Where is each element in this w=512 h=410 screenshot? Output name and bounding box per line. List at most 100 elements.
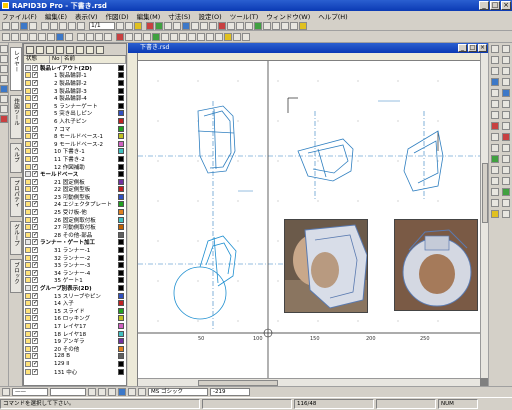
tab-layer[interactable]: レイヤー: [10, 47, 22, 91]
layer-visible-toggle[interactable]: [25, 79, 31, 86]
point-icon[interactable]: [65, 32, 73, 41]
layer-color-swatch[interactable]: [118, 186, 124, 193]
close-button[interactable]: ×: [501, 1, 511, 10]
delete-icon[interactable]: [116, 32, 124, 41]
layer-color-swatch[interactable]: [118, 338, 124, 345]
snap-intersection-icon[interactable]: [491, 78, 499, 86]
layer-visible-toggle[interactable]: [25, 209, 31, 216]
expand-toggle-icon[interactable]: [25, 64, 31, 71]
save-icon[interactable]: [20, 21, 28, 30]
view-zoom-icon[interactable]: [491, 210, 499, 218]
layer-visible-toggle[interactable]: [25, 224, 31, 231]
polyline-icon[interactable]: [11, 32, 19, 41]
lineweight-icon[interactable]: [242, 32, 250, 41]
menu-dimension[interactable]: 寸法(S): [168, 11, 190, 21]
drawing-canvas[interactable]: 50 100 150 200 250: [138, 61, 480, 378]
tab-properties[interactable]: プロパティ: [10, 177, 22, 217]
layer-visible-toggle[interactable]: [25, 254, 31, 261]
properties-icon[interactable]: [125, 32, 133, 41]
layer-checkbox[interactable]: [32, 147, 38, 155]
expand-toggle-icon[interactable]: [25, 239, 31, 246]
layer-visible-toggle[interactable]: [25, 360, 31, 367]
line-icon[interactable]: [2, 32, 10, 41]
layer-color-swatch[interactable]: [118, 72, 124, 79]
tool-erase-icon[interactable]: [0, 115, 8, 123]
layer-color-swatch[interactable]: [118, 193, 124, 200]
edit-extend-icon[interactable]: [502, 122, 510, 130]
layer-color-swatch[interactable]: [118, 239, 124, 246]
select-icon[interactable]: [146, 21, 154, 30]
pan-icon[interactable]: [143, 32, 151, 41]
layer-color-swatch[interactable]: [118, 254, 124, 261]
layer-checkbox[interactable]: [32, 200, 38, 208]
layer-color-swatch[interactable]: [118, 247, 124, 254]
layer-color-swatch[interactable]: [118, 315, 124, 322]
edit-array-icon[interactable]: [502, 188, 510, 196]
layer-visible-toggle[interactable]: [25, 269, 31, 276]
open-file-icon[interactable]: [11, 21, 19, 30]
layer-checkbox[interactable]: [32, 276, 38, 284]
redraw-icon[interactable]: [134, 32, 142, 41]
layer-visible-toggle[interactable]: [25, 247, 31, 254]
layer-checkbox[interactable]: [32, 254, 38, 261]
dim-angle-icon[interactable]: [86, 32, 94, 41]
snap-center-icon[interactable]: [491, 67, 499, 75]
bottom-fill-icon[interactable]: [108, 388, 116, 396]
view-iso-icon[interactable]: [491, 188, 499, 196]
layer-visible-toggle[interactable]: [25, 95, 31, 102]
minimize-button[interactable]: _: [479, 1, 489, 10]
layer-visible-toggle[interactable]: [25, 178, 31, 185]
layer-visible-toggle[interactable]: [25, 307, 31, 314]
layer-checkbox[interactable]: [32, 322, 38, 329]
layer-checkbox[interactable]: [32, 368, 38, 375]
layer-color-swatch[interactable]: [118, 300, 124, 307]
layer-color-swatch[interactable]: [118, 102, 124, 109]
layer-row[interactable]: 128 B: [24, 352, 126, 361]
edit-erase-icon[interactable]: [502, 199, 510, 207]
layer-color-swatch[interactable]: [118, 148, 124, 155]
bottom-grid-icon[interactable]: [118, 388, 126, 396]
layer-checkbox[interactable]: [32, 330, 38, 337]
layer-checkbox[interactable]: [32, 345, 38, 352]
layer-visible-toggle[interactable]: [25, 338, 31, 345]
wireframe-icon[interactable]: [170, 32, 178, 41]
layer-checkbox[interactable]: [32, 360, 38, 367]
bottom-color-icon[interactable]: [88, 388, 96, 396]
layer-color-swatch[interactable]: [118, 178, 124, 185]
layer-checkbox[interactable]: [32, 170, 38, 178]
snap-perpendicular-icon[interactable]: [491, 89, 499, 97]
layer-visible-toggle[interactable]: [25, 330, 31, 337]
offset-icon[interactable]: [272, 21, 280, 30]
layer-color-swatch[interactable]: [118, 231, 124, 238]
layer-checkbox[interactable]: [32, 246, 38, 254]
layer-visible-toggle[interactable]: [25, 186, 31, 193]
menu-modify[interactable]: 編集(M): [137, 11, 161, 21]
view-top-icon[interactable]: [491, 155, 499, 163]
layer-checkbox[interactable]: [32, 269, 38, 276]
layer-visible-toggle[interactable]: [25, 201, 31, 208]
dim-diameter-icon[interactable]: [104, 32, 112, 41]
maximize-button[interactable]: □: [490, 1, 500, 10]
layer-color-swatch[interactable]: [118, 155, 124, 162]
layer-visible-icon[interactable]: [46, 45, 54, 54]
ellipse-icon[interactable]: [56, 32, 64, 41]
layer-visible-toggle[interactable]: [25, 110, 31, 117]
layer-checkbox[interactable]: [32, 292, 38, 299]
menu-edit[interactable]: 編集(E): [45, 11, 67, 21]
view-rotate-icon[interactable]: [491, 199, 499, 207]
layer-checkbox[interactable]: [32, 208, 38, 216]
layer-checkbox[interactable]: [32, 284, 38, 292]
tool-arc-icon[interactable]: [0, 65, 8, 73]
line-type-combo[interactable]: ——: [12, 388, 48, 396]
layer-color-swatch[interactable]: [118, 133, 124, 140]
doc-maximize-button[interactable]: □: [468, 44, 477, 52]
help-icon[interactable]: [299, 21, 307, 30]
layer-color-swatch[interactable]: [118, 125, 124, 132]
edit-undo-icon[interactable]: [502, 210, 510, 218]
layer-color-swatch[interactable]: [118, 277, 124, 284]
view-3d-icon[interactable]: [152, 32, 160, 41]
snap-nearest-icon[interactable]: [491, 111, 499, 119]
layer-checkbox[interactable]: [32, 140, 38, 147]
layer-checkbox[interactable]: [32, 117, 38, 124]
edit-offset-icon[interactable]: [502, 177, 510, 185]
